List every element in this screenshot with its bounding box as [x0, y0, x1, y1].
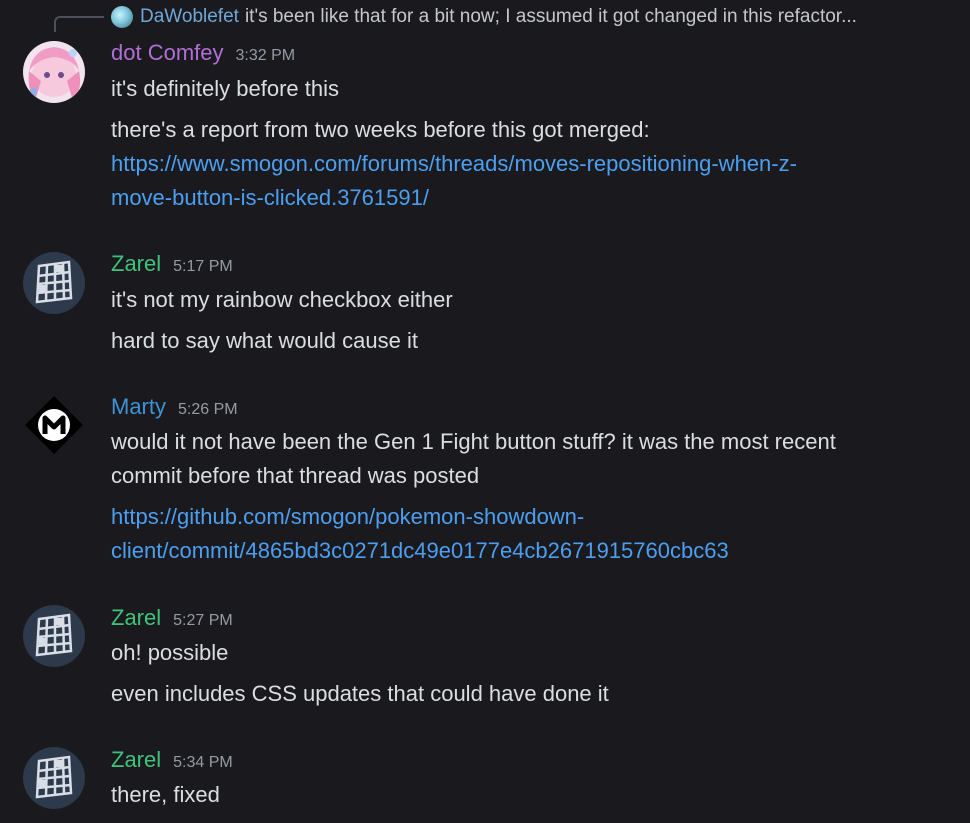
message-text: oh! possible — [111, 640, 229, 665]
timestamp[interactable]: 5:17 PM — [173, 258, 233, 276]
message-link[interactable]: move-button-is-clicked.3761591/ — [111, 181, 941, 215]
message-text: it's not my rainbow checkbox either — [111, 287, 453, 312]
message-text: hard to say what would cause it — [111, 328, 418, 353]
message-text: commit before that thread was posted — [111, 463, 480, 488]
message-text: there, fixed — [111, 782, 220, 807]
message-text: it's definitely before this — [111, 76, 339, 101]
avatar[interactable] — [23, 394, 85, 456]
message-link[interactable]: https://github.com/smogon/pokemon-showdo… — [111, 500, 941, 534]
reply-connector — [54, 16, 104, 32]
author-name[interactable]: Zarel — [111, 251, 161, 277]
timestamp[interactable]: 5:26 PM — [178, 401, 238, 419]
message-text: even includes CSS updates that could hav… — [111, 681, 609, 706]
message-text: would it not have been the Gen 1 Fight b… — [111, 429, 836, 454]
reply-preview-text[interactable]: it's been like that for a bit now; I ass… — [245, 6, 857, 28]
message-link[interactable]: https://www.smogon.com/forums/threads/mo… — [111, 147, 941, 181]
reply-avatar[interactable] — [111, 6, 133, 28]
reply-author[interactable]: DaWoblefet — [140, 6, 239, 28]
avatar[interactable] — [23, 252, 85, 314]
timestamp[interactable]: 5:27 PM — [173, 612, 233, 630]
avatar[interactable] — [23, 605, 85, 667]
message-text: there's a report from two weeks before t… — [111, 117, 650, 142]
timestamp[interactable]: 3:32 PM — [236, 47, 296, 65]
reply-reference[interactable]: DaWoblefet it's been like that for a bit… — [111, 5, 857, 29]
author-name[interactable]: Zarel — [111, 747, 161, 773]
avatar[interactable] — [23, 41, 85, 103]
timestamp[interactable]: 5:34 PM — [173, 754, 233, 772]
chat-log: DaWoblefet it's been like that for a bit… — [0, 0, 970, 823]
author-name[interactable]: Marty — [111, 394, 166, 420]
message-link[interactable]: client/commit/4865bd3c0271dc49e0177e4cb2… — [111, 534, 941, 568]
author-name[interactable]: dot Comfey — [111, 40, 224, 66]
avatar[interactable] — [23, 747, 85, 809]
author-name[interactable]: Zarel — [111, 605, 161, 631]
